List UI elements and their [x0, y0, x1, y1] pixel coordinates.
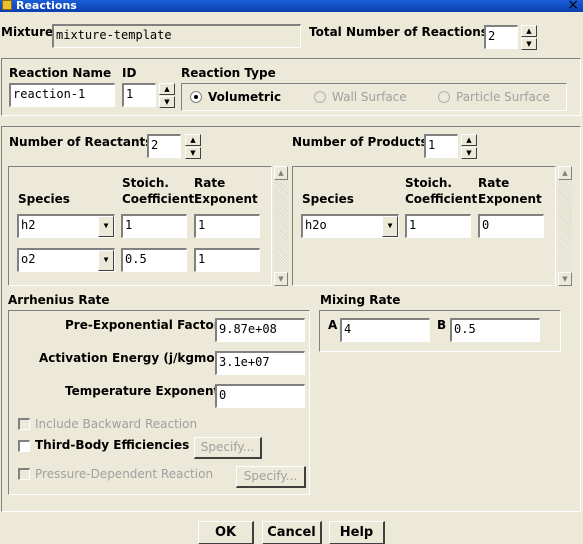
total-reactions-label: Total Number of Reactions [309, 25, 488, 39]
reactants-count-input[interactable]: 2 [147, 134, 181, 158]
wall-surface-radio[interactable] [314, 91, 326, 103]
pressure-dependent-label: Pressure-Dependent Reaction [35, 467, 214, 481]
title-bar: Reactions [0, 0, 583, 12]
product-species-value: h2o [305, 218, 327, 232]
spin-down-icon[interactable]: ▼ [185, 147, 201, 159]
reactant-species-dropdown[interactable]: o2 ▼ [17, 248, 115, 272]
scroll-up-icon[interactable]: ▲ [558, 166, 572, 180]
spin-down-icon[interactable]: ▼ [521, 38, 537, 50]
reactants-count-label: Number of Reactants [9, 135, 153, 149]
reactants-coefficient-header: Coefficient [122, 192, 195, 206]
mixing-b-label: B [437, 318, 447, 332]
product-species-dropdown[interactable]: h2o ▼ [301, 214, 399, 238]
scroll-up-icon[interactable]: ▲ [274, 166, 288, 180]
total-reactions-spinner[interactable]: ▲ ▼ [521, 25, 537, 51]
pressure-dependent-checkbox[interactable] [18, 468, 30, 480]
reactant-species-value: h2 [21, 218, 36, 232]
third-body-specify-button[interactable]: Specify... [194, 437, 262, 459]
spin-up-icon[interactable]: ▲ [159, 83, 175, 95]
reactants-rate-header: Rate [194, 176, 226, 190]
id-input[interactable]: 1 [122, 83, 156, 107]
id-label: ID [122, 66, 137, 80]
product-exponent-input[interactable]: 0 [478, 214, 544, 238]
reactants-species-header: Species [18, 192, 70, 206]
include-backward-label: Include Backward Reaction [35, 417, 198, 431]
spin-down-icon[interactable]: ▼ [159, 96, 175, 108]
mixing-b-input[interactable]: 0.5 [450, 318, 540, 342]
products-scrollbar[interactable]: ▲ ▼ [558, 166, 572, 286]
reaction-name-input[interactable]: reaction-1 [9, 83, 115, 107]
reactant-coefficient-input[interactable]: 0.5 [121, 248, 187, 272]
spin-up-icon[interactable]: ▲ [185, 134, 201, 146]
volumetric-label[interactable]: Volumetric [208, 90, 281, 104]
reaction-type-label: Reaction Type [181, 66, 276, 80]
include-backward-checkbox[interactable] [18, 418, 30, 430]
pre-exp-label: Pre-Exponential Factor [65, 318, 220, 332]
products-rate-header: Rate [478, 176, 510, 190]
volumetric-radio[interactable] [190, 91, 202, 103]
activation-energy-input[interactable]: 3.1e+07 [215, 351, 305, 375]
mixing-a-label: A [328, 318, 338, 332]
reactants-exponent-header: Exponent [194, 192, 258, 206]
mixture-field: mixture-template [52, 24, 301, 48]
reactants-stoich-header: Stoich. [122, 176, 169, 190]
product-coefficient-input[interactable]: 1 [405, 214, 471, 238]
reactant-exponent-input[interactable]: 1 [194, 214, 260, 238]
mixing-rate-label: Mixing Rate [320, 293, 401, 307]
spin-up-icon[interactable]: ▲ [521, 25, 537, 37]
window-title: Reactions [16, 0, 77, 12]
reactant-species-value: o2 [21, 252, 36, 266]
id-spinner[interactable]: ▲ ▼ [159, 83, 175, 109]
chevron-down-icon[interactable]: ▼ [382, 216, 398, 237]
ok-button[interactable]: OK [198, 521, 254, 544]
pre-exp-input[interactable]: 9.87e+08 [215, 318, 305, 342]
chevron-down-icon[interactable]: ▼ [98, 216, 114, 237]
close-button[interactable]: × [567, 0, 579, 13]
scroll-down-icon[interactable]: ▼ [274, 272, 288, 286]
close-icon: × [567, 0, 579, 13]
products-count-input[interactable]: 1 [424, 134, 458, 158]
products-stoich-header: Stoich. [405, 176, 452, 190]
temp-exp-label: Temperature Exponent [65, 384, 220, 398]
spin-down-icon[interactable]: ▼ [461, 147, 477, 159]
pressure-specify-button[interactable]: Specify... [236, 466, 306, 488]
cancel-button[interactable]: Cancel [262, 521, 322, 544]
reaction-name-label: Reaction Name [9, 66, 112, 80]
arrhenius-label: Arrhenius Rate [8, 293, 110, 307]
products-count-spinner[interactable]: ▲ ▼ [461, 134, 477, 160]
app-icon [2, 0, 12, 10]
help-button[interactable]: Help [329, 521, 385, 544]
reactant-coefficient-input[interactable]: 1 [121, 214, 187, 238]
total-reactions-input[interactable]: 2 [484, 25, 518, 49]
spin-up-icon[interactable]: ▲ [461, 134, 477, 146]
reactant-exponent-input[interactable]: 1 [194, 248, 260, 272]
products-count-label: Number of Products [292, 135, 428, 149]
particle-surface-label[interactable]: Particle Surface [456, 90, 550, 104]
wall-surface-label[interactable]: Wall Surface [332, 90, 407, 104]
mixing-a-input[interactable]: 4 [340, 318, 430, 342]
activation-energy-label: Activation Energy (j/kgmol) [39, 351, 225, 365]
reactant-species-dropdown[interactable]: h2 ▼ [17, 214, 115, 238]
reactants-count-spinner[interactable]: ▲ ▼ [185, 134, 201, 160]
mixture-label: Mixture [1, 25, 54, 39]
chevron-down-icon[interactable]: ▼ [98, 250, 114, 271]
products-exponent-header: Exponent [478, 192, 542, 206]
temp-exp-input[interactable]: 0 [215, 384, 305, 408]
particle-surface-radio[interactable] [438, 91, 450, 103]
reactants-scrollbar[interactable]: ▲ ▼ [274, 166, 288, 286]
third-body-label: Third-Body Efficiencies [35, 438, 190, 452]
third-body-checkbox[interactable] [18, 440, 30, 452]
products-species-header: Species [302, 192, 354, 206]
products-coefficient-header: Coefficient [405, 192, 478, 206]
scroll-down-icon[interactable]: ▼ [558, 272, 572, 286]
